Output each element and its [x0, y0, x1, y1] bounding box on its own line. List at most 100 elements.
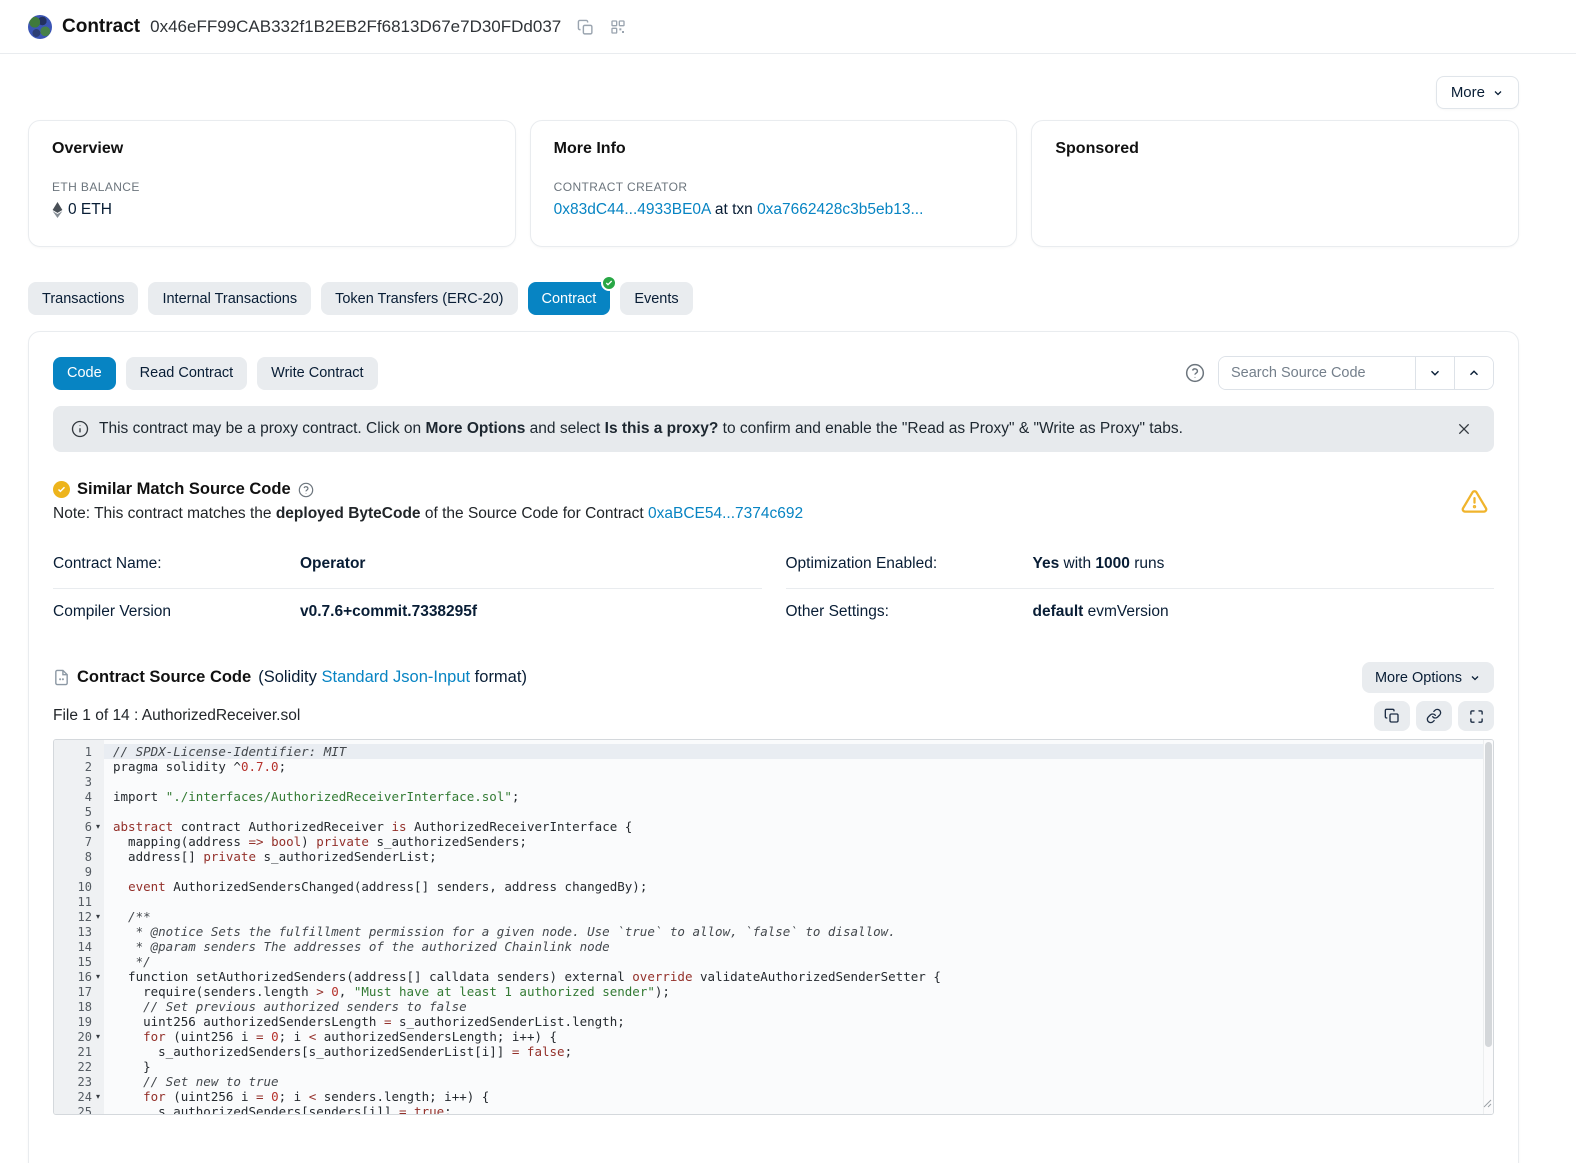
qr-code-icon[interactable]: [610, 19, 626, 35]
copy-source-button[interactable]: [1374, 701, 1410, 731]
code-line: }: [104, 1059, 1483, 1074]
expand-icon: [1469, 709, 1484, 724]
gutter-line: 17: [54, 984, 104, 999]
compiler-version-value: v0.7.6+commit.7338295f: [300, 603, 477, 621]
gutter-line: 8: [54, 849, 104, 864]
tab-transactions[interactable]: Transactions: [28, 282, 138, 315]
code-line: s_authorizedSenders[s_authorizedSenderLi…: [104, 1044, 1483, 1059]
contract-name-label: Contract Name:: [53, 555, 300, 573]
tab-contract[interactable]: Contract: [528, 282, 611, 315]
tab-events[interactable]: Events: [620, 282, 692, 315]
at-txn-text: at txn: [711, 201, 758, 218]
gutter-line: 19: [54, 1014, 104, 1029]
ethereum-icon: [52, 202, 63, 218]
code-line: [104, 774, 1483, 789]
search-source-input[interactable]: [1219, 357, 1415, 389]
optimization-label: Optimization Enabled:: [786, 555, 1033, 573]
contract-metadata: Contract Name: Operator Compiler Version…: [53, 541, 1494, 636]
help-icon[interactable]: [1185, 363, 1205, 383]
gutter-line: 18: [54, 999, 104, 1014]
code-lines[interactable]: // SPDX-License-Identifier: MITpragma so…: [104, 740, 1483, 1114]
chevron-down-icon: [1469, 672, 1481, 684]
gutter-line: 4: [54, 789, 104, 804]
tab-write-contract[interactable]: Write Contract: [257, 357, 377, 390]
source-search-group: [1218, 356, 1494, 390]
gutter-line[interactable]: 6▾: [54, 819, 104, 834]
tab-token-transfers[interactable]: Token Transfers (ERC-20): [321, 282, 517, 315]
expand-button[interactable]: [1458, 701, 1494, 731]
code-line: for (uint256 i = 0; i < authorizedSender…: [104, 1029, 1483, 1044]
close-icon[interactable]: [1452, 417, 1476, 441]
code-line: /**: [104, 909, 1483, 924]
proxy-notice-banner: This contract may be a proxy contract. C…: [53, 406, 1494, 452]
code-line: pragma solidity ^0.7.0;: [104, 759, 1483, 774]
more-button-label: More: [1451, 84, 1485, 101]
info-icon: [71, 420, 89, 438]
eth-balance-value: 0 ETH: [68, 201, 112, 219]
creation-txn-link[interactable]: 0xa7662428c3b5eb13...: [757, 201, 923, 218]
contract-creator-label: CONTRACT CREATOR: [554, 180, 994, 194]
copy-icon: [1384, 708, 1400, 724]
file-label: File 1 of 14 : AuthorizedReceiver.sol: [53, 707, 300, 725]
similar-match-title: Similar Match Source Code: [77, 480, 291, 499]
more-options-button[interactable]: More Options: [1362, 662, 1494, 693]
gutter-line: 13: [54, 924, 104, 939]
gutter-line: 25: [54, 1104, 104, 1115]
gutter-line[interactable]: 20▾: [54, 1029, 104, 1044]
code-line: * @notice Sets the fulfillment permissio…: [104, 924, 1483, 939]
page-title: Contract: [62, 16, 140, 38]
gutter-line[interactable]: 12▾: [54, 909, 104, 924]
chevron-up-icon: [1467, 366, 1481, 380]
summary-cards: Overview ETH BALANCE 0 ETH More Info CON…: [28, 120, 1519, 247]
code-line: event AuthorizedSendersChanged(address[]…: [104, 879, 1483, 894]
resize-handle-icon[interactable]: [1482, 1095, 1492, 1113]
gutter-line: 7: [54, 834, 104, 849]
gutter-line[interactable]: 16▾: [54, 969, 104, 984]
other-settings-value: default evmVersion: [1033, 603, 1169, 621]
gutter-line[interactable]: 24▾: [54, 1089, 104, 1104]
code-line: // Set previous authorized senders to fa…: [104, 999, 1483, 1014]
copy-address-icon[interactable]: [577, 19, 594, 36]
source-code-editor[interactable]: 123456▾789101112▾13141516▾17181920▾21222…: [53, 739, 1494, 1115]
question-circle-icon[interactable]: [298, 482, 314, 498]
more-options-label: More Options: [1375, 670, 1462, 686]
code-line: [104, 804, 1483, 819]
code-line: require(senders.length > 0, "Must have a…: [104, 984, 1483, 999]
editor-scrollbar[interactable]: [1483, 740, 1493, 1114]
code-line: */: [104, 954, 1483, 969]
code-line: address[] private s_authorizedSenderList…: [104, 849, 1483, 864]
code-line: for (uint256 i = 0; i < senders.length; …: [104, 1089, 1483, 1104]
permalink-button[interactable]: [1416, 701, 1452, 731]
more-button[interactable]: More: [1436, 76, 1519, 109]
compiler-version-label: Compiler Version: [53, 603, 300, 621]
overview-card: Overview ETH BALANCE 0 ETH: [28, 120, 516, 247]
main-tabs: Transactions Internal Transactions Token…: [28, 282, 1519, 315]
creator-address-link[interactable]: 0x83dC44...4933BE0A: [554, 201, 711, 218]
scrollbar-thumb[interactable]: [1485, 742, 1492, 1047]
contract-name-value: Operator: [300, 555, 365, 573]
proxy-notice-text: This contract may be a proxy contract. C…: [99, 420, 1442, 438]
gutter-line: 1: [54, 744, 104, 759]
link-icon: [1426, 708, 1442, 724]
search-prev-button[interactable]: [1454, 357, 1493, 389]
warning-triangle-icon: [1461, 488, 1488, 515]
code-line: [104, 864, 1483, 879]
gutter-line: 11: [54, 894, 104, 909]
code-line: * @param senders The addresses of the au…: [104, 939, 1483, 954]
similar-match-note: Note: This contract matches the deployed…: [53, 505, 803, 523]
similar-contract-link[interactable]: 0xaBCE54...7374c692: [648, 505, 803, 522]
code-line: import "./interfaces/AuthorizedReceiverI…: [104, 789, 1483, 804]
search-next-button[interactable]: [1415, 357, 1454, 389]
tab-internal-transactions[interactable]: Internal Transactions: [148, 282, 311, 315]
code-line: mapping(address => bool) private s_autho…: [104, 834, 1483, 849]
tab-code[interactable]: Code: [53, 357, 116, 390]
gutter-line: 2: [54, 759, 104, 774]
contract-address: 0x46eFF99CAB332f1B2EB2Ff6813D67e7D30FDd0…: [150, 17, 561, 37]
source-code-title: Contract Source Code: [77, 668, 251, 687]
code-gutter[interactable]: 123456▾789101112▾13141516▾17181920▾21222…: [54, 740, 104, 1114]
more-info-title: More Info: [554, 140, 994, 158]
json-input-link[interactable]: Standard Json-Input: [321, 668, 470, 686]
eth-balance-label: ETH BALANCE: [52, 180, 492, 194]
tab-read-contract[interactable]: Read Contract: [126, 357, 248, 390]
gutter-line: 22: [54, 1059, 104, 1074]
